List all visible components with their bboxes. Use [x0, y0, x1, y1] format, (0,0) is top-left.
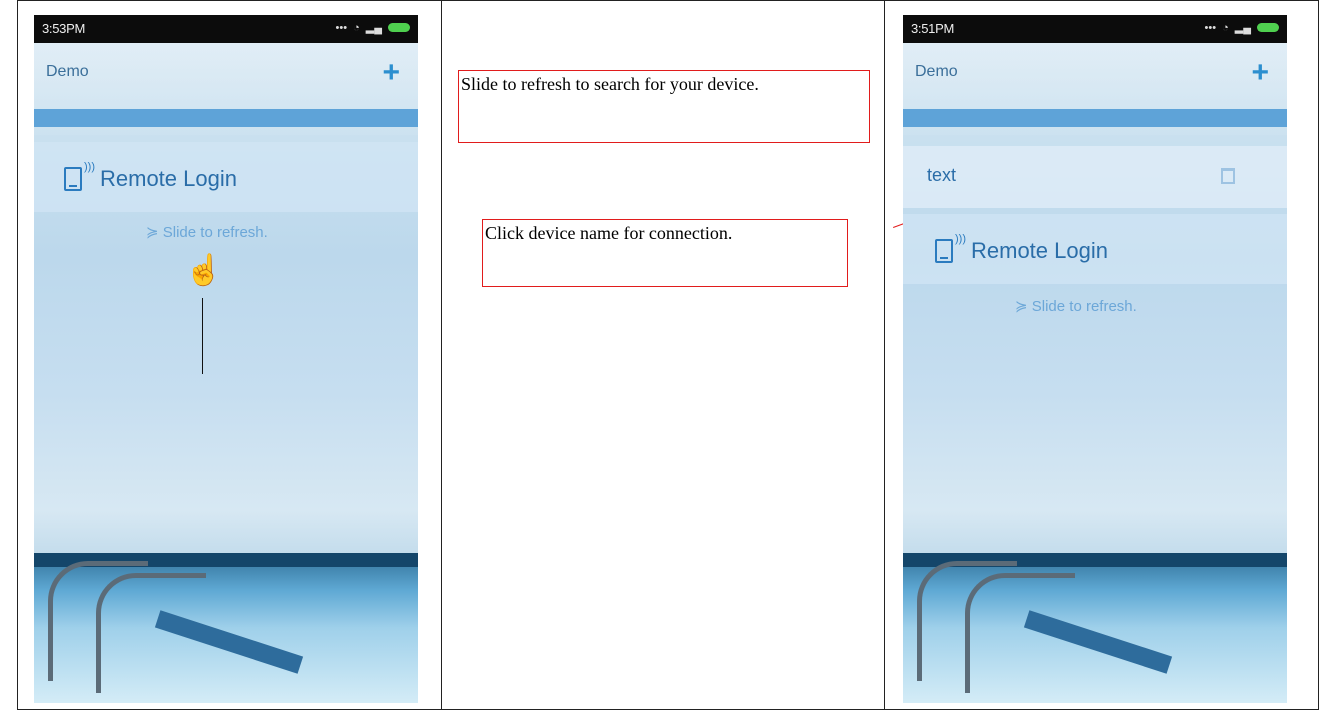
pull-down-line — [202, 298, 203, 374]
connect-instruction-callout: Click device name for connection. — [482, 219, 848, 287]
refresh-instruction-text: Slide to refresh to search for your devi… — [461, 74, 759, 94]
double-chevron-down-icon: ≽ — [1015, 298, 1032, 315]
app-title: Demo — [46, 63, 89, 80]
wifi-icon: ◔ — [1222, 21, 1229, 34]
refresh-hint: ≽ Slide to refresh. — [146, 223, 268, 241]
status-time: 3:51PM — [911, 21, 955, 36]
remote-login-icon — [935, 239, 953, 263]
remote-login-label: Remote Login — [971, 238, 1108, 263]
right-phone-screenshot: 3:51PM ••• ◔ ▂▄ Demo + text ))) Remote L… — [903, 15, 1287, 703]
device-name-label[interactable]: text — [927, 165, 956, 186]
left-phone-screenshot: 3:53PM ••• ◔ ▂▄ Demo + ))) Remote Login … — [34, 15, 418, 703]
pointing-hand-icon: ☝ — [185, 254, 223, 287]
battery-icon — [388, 23, 410, 32]
double-chevron-down-icon: ≽ — [146, 224, 163, 241]
broadcast-icon: ))) — [955, 233, 966, 245]
table-divider — [884, 0, 885, 710]
status-bar: 3:51PM ••• ◔ ▂▄ — [903, 15, 1287, 43]
trash-icon[interactable] — [1221, 168, 1235, 184]
broadcast-icon: ))) — [84, 161, 95, 173]
status-time: 3:53PM — [42, 21, 86, 36]
status-icons: ••• ◔ ▂▄ — [1205, 21, 1279, 34]
refresh-hint: ≽ Slide to refresh. — [1015, 297, 1137, 315]
status-bar: 3:53PM ••• ◔ ▂▄ — [34, 15, 418, 43]
accent-band — [903, 109, 1287, 127]
pool-background — [34, 553, 418, 703]
remote-login-label: Remote Login — [100, 166, 237, 191]
remote-login-row[interactable]: ))) Remote Login — [903, 214, 1287, 284]
more-icon: ••• — [335, 21, 348, 34]
connect-instruction-text: Click device name for connection. — [485, 223, 733, 243]
add-device-button[interactable]: + — [382, 58, 400, 88]
battery-icon — [1257, 23, 1279, 32]
remote-login-row[interactable]: ))) Remote Login — [34, 142, 418, 212]
status-icons: ••• ◔ ▂▄ — [336, 21, 410, 34]
signal-icon: ▂▄ — [365, 22, 382, 34]
device-row[interactable]: text — [903, 146, 1287, 208]
remote-login-icon — [64, 167, 82, 191]
refresh-hint-label: Slide to refresh. — [162, 224, 268, 241]
more-icon: ••• — [1204, 21, 1217, 34]
refresh-hint-label: Slide to refresh. — [1031, 298, 1137, 315]
signal-icon: ▂▄ — [1234, 22, 1251, 34]
refresh-instruction-callout: Slide to refresh to search for your devi… — [458, 70, 870, 143]
accent-band — [34, 109, 418, 127]
wifi-icon: ◔ — [353, 21, 360, 34]
pool-background — [903, 553, 1287, 703]
table-divider — [441, 0, 442, 710]
add-device-button[interactable]: + — [1251, 58, 1269, 88]
app-title: Demo — [915, 63, 958, 80]
